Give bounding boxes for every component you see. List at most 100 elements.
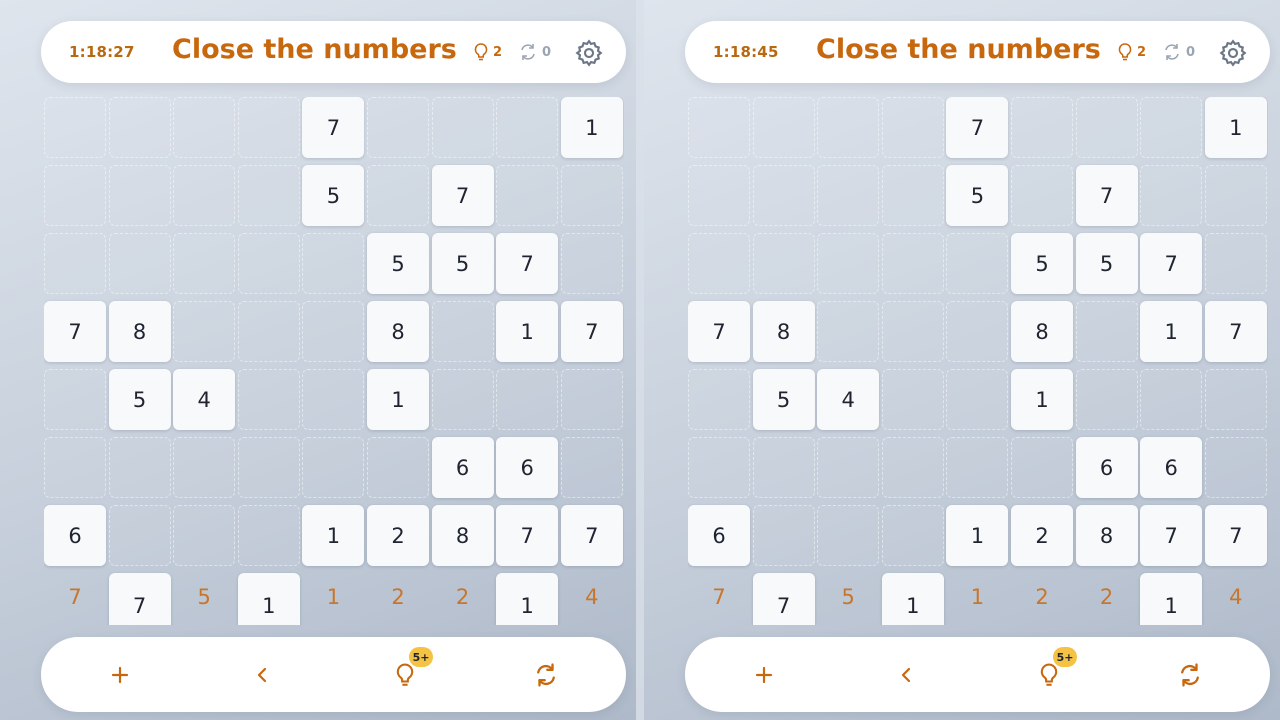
number-cell[interactable]: 1 xyxy=(1140,301,1203,362)
number-cell[interactable]: 5 xyxy=(946,165,1009,226)
empty-cell xyxy=(173,437,236,498)
number-cell[interactable]: 7 xyxy=(1204,505,1267,566)
number-cell[interactable]: 7 xyxy=(1140,233,1203,294)
bottom-toolbar: 5+ xyxy=(41,637,626,712)
gear-icon[interactable] xyxy=(1218,38,1248,68)
number-cell[interactable]: 5 xyxy=(367,233,429,294)
add-button[interactable] xyxy=(101,656,139,694)
number-cell[interactable]: 1 xyxy=(946,505,1009,566)
number-cell[interactable]: 5 xyxy=(1075,233,1138,294)
next-row-tile[interactable]: 1 xyxy=(496,573,559,625)
number-cell[interactable]: 4 xyxy=(173,369,236,430)
lightbulb-icon xyxy=(396,663,414,686)
refresh-button[interactable] xyxy=(527,656,565,694)
empty-cell xyxy=(946,369,1009,430)
number-cell[interactable]: 7 xyxy=(431,165,494,226)
empty-cell xyxy=(817,301,880,362)
number-cell[interactable]: 1 xyxy=(367,369,429,430)
number-cell[interactable]: 7 xyxy=(496,233,559,294)
empty-cell xyxy=(817,437,880,498)
undo-button[interactable] xyxy=(888,656,926,694)
number-cell[interactable]: 7 xyxy=(44,301,106,362)
next-row-tile[interactable]: 1 xyxy=(237,573,300,625)
add-button[interactable] xyxy=(745,656,783,694)
number-cell[interactable]: 5 xyxy=(302,165,365,226)
shuffle-count: 0 xyxy=(1186,44,1196,60)
number-cell[interactable]: 7 xyxy=(688,301,750,362)
empty-cell xyxy=(108,505,171,566)
game-title: Close the numbers xyxy=(816,34,1101,65)
shuffle-counter: 0 xyxy=(518,40,551,64)
number-cell[interactable]: 7 xyxy=(496,505,559,566)
number-cell[interactable]: 5 xyxy=(1011,233,1073,294)
number-cell[interactable]: 6 xyxy=(1140,437,1203,498)
empty-cell xyxy=(44,97,106,158)
number-cell[interactable]: 1 xyxy=(1204,97,1267,158)
empty-cell xyxy=(237,369,300,430)
number-cell[interactable]: 7 xyxy=(1075,165,1138,226)
number-cell[interactable]: 8 xyxy=(431,505,494,566)
empty-cell xyxy=(237,505,300,566)
number-cell[interactable]: 4 xyxy=(817,369,880,430)
number-cell[interactable]: 6 xyxy=(688,505,750,566)
number-cell[interactable]: 5 xyxy=(431,233,494,294)
next-row-tile[interactable]: 1 xyxy=(1140,573,1203,625)
number-cell[interactable]: 8 xyxy=(1075,505,1138,566)
empty-cell xyxy=(881,301,944,362)
number-cell[interactable]: 1 xyxy=(560,97,623,158)
undo-button[interactable] xyxy=(244,656,282,694)
empty-cell xyxy=(817,505,880,566)
number-cell[interactable]: 6 xyxy=(431,437,494,498)
empty-cell xyxy=(881,437,944,498)
hint-counter: 2 xyxy=(1117,40,1146,64)
hint-count: 2 xyxy=(493,44,503,60)
empty-cell xyxy=(881,97,944,158)
empty-cell xyxy=(44,165,106,226)
empty-cell xyxy=(688,233,750,294)
number-cell[interactable]: 8 xyxy=(367,301,429,362)
next-row-tile[interactable]: 1 xyxy=(881,573,944,625)
number-cell[interactable]: 8 xyxy=(108,301,171,362)
number-cell[interactable]: 8 xyxy=(1011,301,1073,362)
number-cell[interactable]: 1 xyxy=(1011,369,1073,430)
number-cell[interactable]: 6 xyxy=(496,437,559,498)
empty-cell xyxy=(752,97,815,158)
empty-cell xyxy=(496,165,559,226)
empty-cell xyxy=(1204,369,1267,430)
number-cell[interactable]: 2 xyxy=(1011,505,1073,566)
number-cell[interactable]: 7 xyxy=(302,97,365,158)
number-cell[interactable]: 1 xyxy=(496,301,559,362)
refresh-icon xyxy=(1181,663,1199,687)
number-cell[interactable]: 5 xyxy=(108,369,171,430)
number-cell[interactable]: 7 xyxy=(1140,505,1203,566)
number-cell[interactable]: 7 xyxy=(560,301,623,362)
gear-icon[interactable] xyxy=(574,38,604,68)
empty-cell xyxy=(946,233,1009,294)
hint-counter: 2 xyxy=(473,40,502,64)
number-cell[interactable]: 1 xyxy=(302,505,365,566)
empty-cell xyxy=(560,437,623,498)
empty-cell xyxy=(1011,437,1073,498)
next-row-tile[interactable]: 7 xyxy=(108,573,171,625)
empty-cell xyxy=(108,437,171,498)
number-board: 71575577881754166612877775112214 xyxy=(44,97,624,625)
next-row-preview: 2 xyxy=(455,585,470,609)
empty-cell xyxy=(946,437,1009,498)
empty-cell xyxy=(752,165,815,226)
plus-icon xyxy=(111,666,129,684)
empty-cell xyxy=(237,437,300,498)
next-row-tile[interactable]: 7 xyxy=(752,573,815,625)
number-cell[interactable]: 6 xyxy=(44,505,106,566)
number-cell[interactable]: 5 xyxy=(752,369,815,430)
number-cell[interactable]: 7 xyxy=(560,505,623,566)
number-cell[interactable]: 7 xyxy=(1204,301,1267,362)
number-cell[interactable]: 7 xyxy=(946,97,1009,158)
number-cell[interactable]: 2 xyxy=(367,505,429,566)
empty-cell xyxy=(431,369,494,430)
refresh-button[interactable] xyxy=(1171,656,1209,694)
next-row-preview: 2 xyxy=(1099,585,1114,609)
empty-cell xyxy=(1204,233,1267,294)
number-cell[interactable]: 8 xyxy=(752,301,815,362)
number-cell[interactable]: 6 xyxy=(1075,437,1138,498)
empty-cell xyxy=(173,97,236,158)
